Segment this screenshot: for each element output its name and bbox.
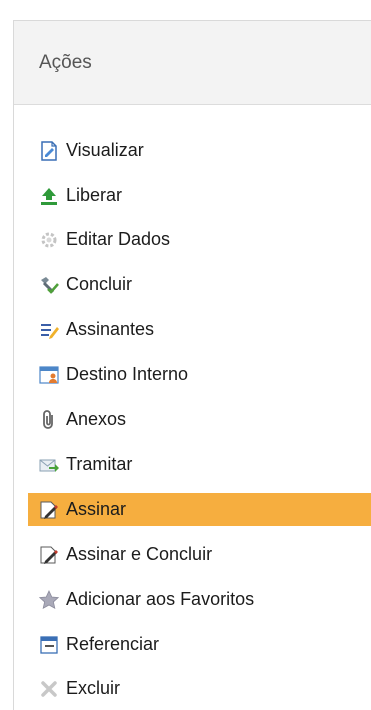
paperclip-icon [38,409,60,431]
calendar-user-icon [38,364,60,386]
sign-document-icon [38,544,60,566]
action-label: Excluir [66,678,121,698]
action-item-excluir[interactable]: Excluir [28,672,371,705]
action-label: Editar Dados [66,229,171,249]
action-item-visualizar[interactable]: Visualizar [28,134,371,167]
action-label: Assinar [66,499,127,519]
action-item-assinar[interactable]: Assinar [28,493,371,526]
sign-document-icon [38,499,60,521]
action-item-assinantes[interactable]: Assinantes [28,313,371,346]
panel-header: Ações [14,21,371,105]
window-reference-icon [38,634,60,656]
action-item-tramitar[interactable]: Tramitar [28,448,371,481]
action-label: Visualizar [66,140,144,160]
action-item-concluir[interactable]: Concluir [28,268,371,301]
action-label: Assinar e Concluir [66,544,213,564]
action-item-anexos[interactable]: Anexos [28,403,371,436]
pen-list-icon [38,319,60,341]
action-item-assinar-e-concluir[interactable]: Assinar e Concluir [28,538,371,571]
action-label: Assinantes [66,319,155,339]
star-icon [38,589,60,611]
document-edit-icon [38,140,60,162]
delete-x-icon [38,678,60,700]
action-label: Liberar [66,185,123,205]
action-label: Referenciar [66,634,160,654]
action-label: Adicionar aos Favoritos [66,589,255,609]
actions-panel: Ações Visualizar Liberar Editar Dados Co… [13,20,371,710]
action-item-destino-interno[interactable]: Destino Interno [28,358,371,391]
panel-title: Ações [39,51,92,73]
gear-icon [38,229,60,251]
action-item-adicionar-favoritos[interactable]: Adicionar aos Favoritos [28,583,371,616]
action-label: Concluir [66,274,133,294]
tools-check-icon [38,274,60,296]
action-label: Anexos [66,409,127,429]
action-label: Destino Interno [66,364,189,384]
action-item-editar-dados[interactable]: Editar Dados [28,223,371,256]
upload-arrow-icon [38,185,60,207]
action-item-liberar[interactable]: Liberar [28,179,371,212]
send-envelope-icon [38,454,60,476]
action-item-referenciar[interactable]: Referenciar [28,628,371,661]
action-label: Tramitar [66,454,133,474]
